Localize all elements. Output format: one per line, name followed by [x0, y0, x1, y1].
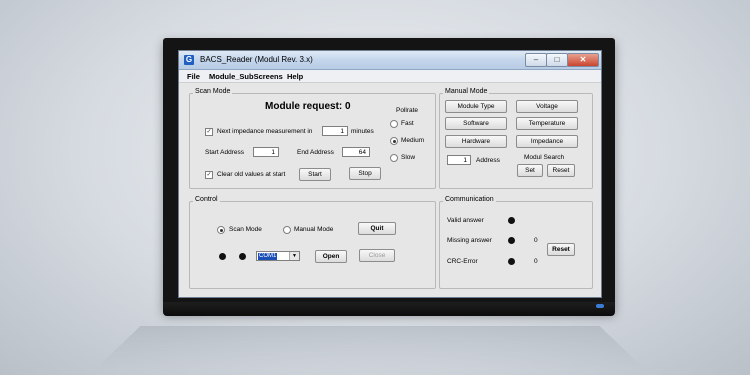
manual-mode-label: Manual Mode: [443, 88, 490, 95]
manual-address-label: Address: [476, 157, 500, 164]
pollrate-fast-label: Fast: [401, 120, 414, 127]
end-address-label: End Address: [297, 149, 334, 156]
crc-error-indicator: [508, 258, 515, 265]
screen-reflection: [95, 326, 645, 369]
scan-mode-radio-label: Scan Mode: [229, 226, 262, 233]
scan-mode-label: Scan Mode: [193, 88, 233, 95]
missing-answer-count: 0: [534, 237, 538, 244]
minimize-button[interactable]: –: [525, 53, 547, 67]
crc-error-label: CRC-Error: [447, 258, 478, 265]
pollrate-medium-label: Medium: [401, 137, 425, 144]
end-address-input[interactable]: 64: [342, 147, 370, 157]
temperature-button[interactable]: Temperature: [516, 117, 578, 130]
communication-label: Communication: [443, 196, 496, 203]
pollrate-slow-radio[interactable]: [390, 154, 398, 162]
voltage-button[interactable]: Voltage: [516, 100, 578, 113]
pollrate-fast-radio[interactable]: [390, 120, 398, 128]
valid-answer-label: Valid answer: [447, 217, 484, 224]
quit-button[interactable]: Quit: [358, 222, 396, 235]
modul-search-label: Modul Search: [524, 154, 565, 161]
missing-answer-label: Missing answer: [447, 237, 492, 244]
com-port-value: COM1: [258, 253, 278, 260]
next-impedance-input[interactable]: 1: [322, 126, 348, 136]
start-button[interactable]: Start: [299, 168, 331, 181]
monitor-bottom-bezel: [163, 302, 615, 316]
manual-address-input[interactable]: 1: [447, 155, 471, 165]
maximize-button[interactable]: □: [546, 53, 568, 67]
control-label: Control: [193, 196, 220, 203]
start-address-input[interactable]: 1: [253, 147, 279, 157]
app-window: G BACS_Reader (Modul Rev. 3.x) – □ ✕ Fil…: [178, 50, 602, 298]
menu-help[interactable]: Help: [287, 72, 303, 81]
start-address-label: Start Address: [205, 149, 245, 156]
status-indicator-1: [219, 253, 226, 260]
software-button[interactable]: Software: [445, 117, 507, 130]
open-button[interactable]: Open: [315, 250, 347, 263]
minutes-label: minutes: [351, 128, 374, 135]
pollrate-medium-radio[interactable]: [390, 137, 398, 145]
status-indicator-2: [239, 253, 246, 260]
modul-search-reset-button[interactable]: Reset: [547, 164, 575, 177]
impedance-button[interactable]: Impedance: [516, 135, 578, 148]
manual-mode-radio[interactable]: [283, 226, 291, 234]
missing-answer-indicator: [508, 237, 515, 244]
modul-search-set-button[interactable]: Set: [517, 164, 543, 177]
scan-mode-radio[interactable]: [217, 226, 225, 234]
stop-button[interactable]: Stop: [349, 167, 381, 180]
chevron-down-icon[interactable]: ▼: [289, 252, 299, 260]
title-bar[interactable]: G BACS_Reader (Modul Rev. 3.x) – □ ✕: [179, 51, 601, 70]
manual-mode-radio-label: Manual Mode: [294, 226, 334, 233]
module-request-text: Module request: 0: [265, 101, 351, 112]
window-title: BACS_Reader (Modul Rev. 3.x): [200, 55, 313, 64]
control-group: [189, 201, 436, 289]
clear-old-values-label: Clear old values at start: [217, 171, 286, 178]
menu-bar: File Module_SubScreens Help: [179, 70, 601, 83]
menu-module-subscreens[interactable]: Module_SubScreens: [209, 72, 283, 81]
crc-error-count: 0: [534, 258, 538, 265]
com-port-select[interactable]: COM1 ▼: [256, 251, 300, 261]
next-impedance-label: Next impedance measurement in: [217, 128, 313, 135]
clear-old-values-checkbox[interactable]: ✓: [205, 171, 213, 179]
menu-file[interactable]: File: [187, 72, 200, 81]
communication-reset-button[interactable]: Reset: [547, 243, 575, 256]
close-port-button[interactable]: Close: [359, 249, 395, 262]
module-type-button[interactable]: Module Type: [445, 100, 507, 113]
next-impedance-checkbox[interactable]: ✓: [205, 128, 213, 136]
power-led: [596, 304, 604, 308]
close-window-button[interactable]: ✕: [567, 53, 599, 67]
pollrate-slow-label: Slow: [401, 154, 416, 161]
app-icon: G: [184, 55, 194, 65]
valid-answer-indicator: [508, 217, 515, 224]
pollrate-label: Pollrate: [396, 107, 419, 114]
hardware-button[interactable]: Hardware: [445, 135, 507, 148]
